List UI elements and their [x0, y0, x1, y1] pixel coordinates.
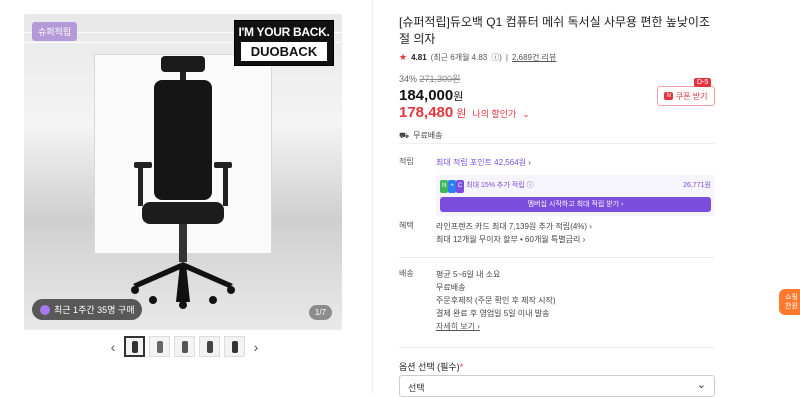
card-icon: C — [455, 180, 465, 193]
coupon-label: 쿠폰 받기 — [675, 91, 708, 101]
my-price-value: 178,480 — [399, 104, 454, 121]
chevron-down-icon[interactable]: ⌄ — [522, 109, 530, 120]
perks-content: 라인프렌즈 카드 최대 7,139원 추가 적립(4%) › 최대 12개월 무… — [436, 220, 715, 246]
sale-price-value: 184,000 — [399, 87, 454, 104]
delivery-time: 평균 5~6일 내 소요 — [436, 270, 501, 279]
thumbnail[interactable] — [224, 336, 245, 357]
extra-points-left: N + C 최대 15% 추가 적립 ⓘ — [440, 179, 534, 193]
extra-points-line: N + C 최대 15% 추가 적립 ⓘ 26,771원 — [440, 179, 711, 193]
chevron-left-icon[interactable]: ‹ — [106, 339, 120, 355]
required-mark: * — [459, 362, 464, 372]
delivery-content: 평균 5~6일 내 소요 무료배송 주문후제작 (주문 확인 후 제작 시작) … — [436, 268, 715, 333]
shipping-row: ⛟ 무료배송 — [399, 130, 715, 141]
perks-label: 혜택 — [399, 221, 414, 230]
perk-installment[interactable]: 최대 12개월 무이자 할부 • 60개월 특별금리 › — [436, 233, 715, 246]
discount-rate: 34% — [399, 74, 418, 84]
extra-points-amount: 26,771원 — [683, 182, 711, 189]
rating-row: ★ 4.81 (최근 6개월 4.83 ⓘ) | 2,689건 리뷰 — [399, 52, 715, 63]
section-divider — [399, 347, 715, 348]
info-icon[interactable]: ⓘ) — [491, 52, 502, 63]
super-points-badge: 슈퍼적립 — [32, 22, 78, 41]
cart-icon — [40, 304, 50, 315]
section-divider — [399, 143, 715, 144]
recent-purchase-text: 최근 1주간 35명 구매 — [54, 305, 135, 315]
floating-shopping-tab[interactable]: 쇼핑 찬원 — [779, 289, 800, 315]
delivery-dispatch: 결제 완료 후 영업일 5일 이내 발송 — [436, 309, 550, 318]
membership-button-label: 멤버십 시작하고 최대 적립 받기 — [527, 201, 620, 208]
rating-score: 4.81 — [411, 53, 427, 62]
sale-price-unit: 원 — [453, 91, 464, 103]
brand-slogan: I'M YOUR BACK. — [238, 25, 330, 39]
office-chair-illustration — [131, 56, 235, 309]
recent-purchase-badge: 최근 1주간 35명 구매 — [32, 299, 143, 320]
delivery-label: 배송 — [399, 269, 414, 278]
section-divider — [399, 257, 715, 258]
coupon-button[interactable]: D-5 N 쿠폰 받기 — [657, 78, 715, 106]
perk-card[interactable]: 라인프렌즈 카드 최대 7,139원 추가 적립(4%) › — [436, 220, 715, 233]
membership-button[interactable]: 멤버십 시작하고 최대 적립 받기 › — [440, 197, 711, 212]
naver-pay-icon: N — [440, 180, 449, 193]
star-icon: ★ — [399, 52, 408, 62]
option-select[interactable]: 선택 ⌄ — [399, 375, 715, 397]
product-main-image[interactable]: 슈퍼적립 I'M YOUR BACK. DUOBACK 최근 1주간 35명 구… — [24, 14, 342, 330]
points-text[interactable]: 최대 적립 포인트 42,564원 — [436, 158, 526, 167]
points-content: 최대 적립 포인트 42,564원 › N + C 최대 15% 추가 적립 ⓘ 2… — [436, 156, 715, 216]
info-icon[interactable]: ⓘ — [527, 182, 534, 189]
rating-recent: (최근 6개월 4.83 — [430, 53, 488, 62]
truck-icon: ⛟ — [399, 130, 410, 140]
my-price-label: 나의 할인가 — [472, 109, 517, 119]
rating-separator: | — [505, 53, 508, 62]
thumbnail[interactable] — [124, 336, 145, 357]
extra-points-text: 최대 15% 추가 적립 — [466, 182, 525, 189]
brand-name: DUOBACK — [241, 42, 327, 61]
option-select-value: 선택 — [408, 383, 425, 393]
column-divider — [372, 0, 373, 393]
naver-icon: N — [664, 92, 673, 100]
delivery-more-link[interactable]: 자세히 보기 › — [436, 320, 715, 333]
option-label: 옵션 선택 (필수)* — [399, 362, 464, 372]
plus-icon: + — [448, 180, 456, 193]
my-price[interactable]: 178,480 원 나의 할인가 ⌄ — [399, 104, 715, 121]
shipping-text: 무료배송 — [413, 131, 443, 140]
product-title: [슈퍼적립]듀오백 Q1 컴퓨터 메쉬 독서실 사무용 편한 높낮이조절 의자 — [399, 15, 710, 46]
image-counter: 1/7 — [308, 305, 332, 320]
delivery-made-to-order: 주문후제작 (주문 확인 후 제작 시작) — [436, 296, 556, 305]
original-price: 271,300원 — [419, 74, 461, 84]
brand-logo: I'M YOUR BACK. DUOBACK — [234, 20, 334, 66]
thumbnail[interactable] — [149, 336, 170, 357]
my-price-unit: 원 — [456, 108, 467, 120]
discount-row: 34% 271,300원 — [399, 72, 715, 85]
chevron-right-icon[interactable]: › — [249, 339, 263, 355]
delivery-fee: 무료배송 — [436, 283, 466, 292]
product-info: [슈퍼적립]듀오백 Q1 컴퓨터 메쉬 독서실 사무용 편한 높낮이조절 의자 … — [399, 14, 715, 141]
thumbnail[interactable] — [199, 336, 220, 357]
review-count-link[interactable]: 2,689건 리뷰 — [512, 52, 556, 63]
coupon-dday-badge: D-5 — [694, 78, 712, 87]
membership-box: N + C 최대 15% 추가 적립 ⓘ 26,771원 멤버십 시작하고 최대 적… — [436, 175, 715, 216]
thumbnail[interactable] — [174, 336, 195, 357]
chevron-right-icon: › — [528, 158, 531, 167]
thumbnail-strip: ‹ › — [106, 336, 263, 357]
chevron-down-icon: ⌄ — [696, 379, 706, 391]
points-label: 적립 — [399, 157, 414, 166]
